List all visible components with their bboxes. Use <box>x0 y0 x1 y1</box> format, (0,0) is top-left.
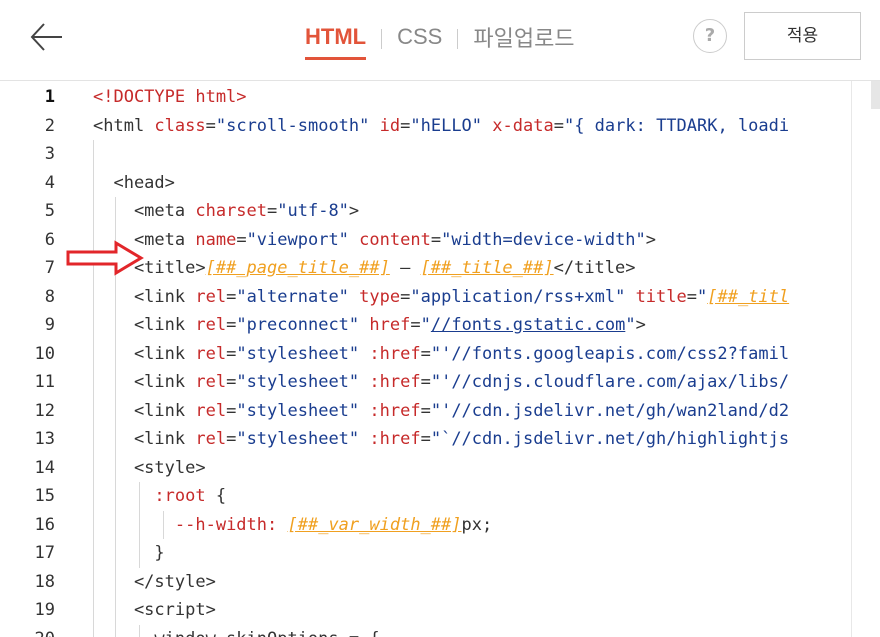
code-line[interactable]: <head> <box>93 169 174 197</box>
code-line[interactable]: <meta name="viewport" content="width=dev… <box>93 226 656 254</box>
line-number: 13 <box>34 429 55 449</box>
line-number: 4 <box>44 172 55 193</box>
top-toolbar: HTML CSS 파일업로드 ? 적용 <box>0 0 880 81</box>
line-number: 1 <box>44 87 55 107</box>
help-button[interactable]: ? <box>693 19 727 53</box>
line-number: 18 <box>34 571 55 592</box>
indent-guide <box>139 624 140 637</box>
code-line[interactable]: <link rel="preconnect" href="//fonts.gst… <box>93 311 646 339</box>
tab-bar: HTML CSS 파일업로드 <box>305 21 575 60</box>
line-number: 12 <box>34 400 55 421</box>
code-line[interactable]: <link rel="stylesheet" :href="'//cdnjs.c… <box>93 368 789 396</box>
editor-divider <box>851 81 852 637</box>
line-number: 19 <box>34 600 55 620</box>
apply-button[interactable]: 적용 <box>744 12 861 60</box>
indent-guide <box>93 140 94 637</box>
code-line[interactable]: <link rel="stylesheet" :href="`//cdn.jsd… <box>93 425 789 453</box>
code-line[interactable]: <meta charset="utf-8"> <box>93 197 359 225</box>
code-line[interactable]: <!DOCTYPE html> <box>93 83 247 111</box>
line-number: 14 <box>34 457 55 478</box>
code-line[interactable]: <style> <box>93 454 206 482</box>
code-line[interactable]: window.skinOptions = { <box>93 625 379 637</box>
tab-file-upload[interactable]: 파일업로드 <box>473 21 574 57</box>
tab-divider <box>457 29 459 49</box>
line-number: 9 <box>44 315 55 335</box>
indent-guide <box>139 482 140 568</box>
code-line[interactable]: <script> <box>93 596 216 624</box>
tab-css[interactable]: CSS <box>397 24 442 54</box>
line-number: 10 <box>34 343 55 364</box>
line-number: 8 <box>44 286 55 307</box>
line-number: 2 <box>44 115 55 136</box>
code-line[interactable]: --h-width: [##_var_width_##]px; <box>93 511 492 539</box>
code-line[interactable]: } <box>93 539 164 567</box>
code-line[interactable]: :root { <box>93 482 226 510</box>
tab-html[interactable]: HTML <box>305 24 367 60</box>
line-number: 3 <box>44 144 55 164</box>
code-line[interactable]: </style> <box>93 568 216 596</box>
line-number: 20 <box>35 625 55 637</box>
code-line[interactable]: <title>[##_page_title_##] — [##_title_##… <box>93 254 636 282</box>
code-editor[interactable]: 1234567891011121314151617181920 <!DOCTYP… <box>0 81 880 637</box>
tab-divider <box>381 29 383 49</box>
code-area[interactable]: <!DOCTYPE html> <html class="scroll-smoot… <box>93 81 880 637</box>
code-line[interactable]: <html class="scroll-smooth" id="hELLO" x… <box>93 112 789 140</box>
line-number: 11 <box>34 372 55 392</box>
line-number-gutter: 1234567891011121314151617181920 <box>0 81 80 637</box>
line-number: 16 <box>34 514 55 535</box>
line-number: 17 <box>34 543 55 563</box>
scrollbar-thumb[interactable] <box>871 81 880 109</box>
line-number: 5 <box>44 201 55 221</box>
red-arrow-right-icon <box>66 240 144 276</box>
code-line[interactable]: <link rel="alternate" type="application/… <box>93 283 789 311</box>
line-number: 6 <box>44 229 55 250</box>
code-line[interactable]: <link rel="stylesheet" :href="'//cdn.jsd… <box>93 397 789 425</box>
indent-guide <box>163 510 164 539</box>
line-number: 7 <box>44 258 55 278</box>
arrow-left-icon[interactable] <box>26 20 66 54</box>
code-line[interactable]: <link rel="stylesheet" :href="'//fonts.g… <box>93 340 789 368</box>
line-number: 15 <box>34 486 55 506</box>
